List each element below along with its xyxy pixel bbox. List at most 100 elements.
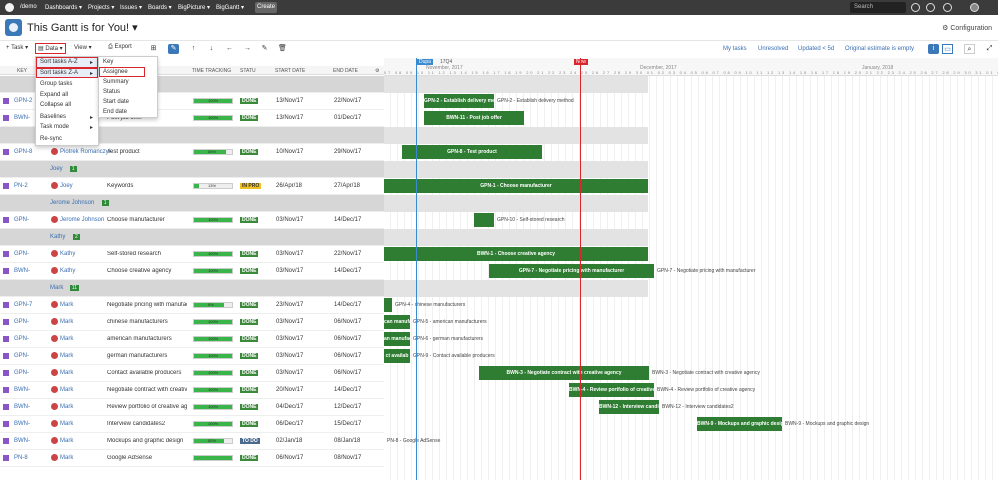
task-row[interactable]: GPN- Mark american manufacturers 03/Nov/17 0… [0,331,384,348]
nav-projects[interactable]: Projects ▾ [88,4,114,11]
gantt-bar[interactable]: BWN-9 - Mockups and graphic design [697,417,782,431]
issue-key-link[interactable]: GPN- [14,370,29,376]
assignee-name[interactable]: Mark [60,455,73,461]
issue-key-link[interactable]: BWN- [14,115,30,121]
gantt-bar[interactable]: BWN-4 - Review portfolio of creative [569,383,654,397]
menu-collapse-all[interactable]: Collapse all [40,102,71,108]
gantt-bar[interactable]: can manufa [384,315,410,329]
indent-icon[interactable]: → [242,44,253,54]
menu-group-tasks[interactable]: Group tasks [40,81,72,87]
task-row[interactable]: BWN- Mark Interview candidates2 06/Dec/17 15… [0,416,384,433]
sort-by-start-date[interactable]: Start date [103,99,129,105]
issue-key-link[interactable]: GPN-8 [14,149,32,155]
assignee-name[interactable]: Mark [60,302,73,308]
move-down-icon[interactable]: ↓ [206,44,217,54]
task-row[interactable]: BWN- Mark Mockups and graphic design 02/Jan… [0,433,384,450]
col-status[interactable]: STATU [240,68,256,74]
group-name[interactable]: Kathy [50,234,65,240]
filter-my-tasks[interactable]: My tasks [723,46,747,52]
col-key[interactable]: KEY [17,68,27,74]
issue-key-link[interactable]: BWN- [14,438,30,444]
fullscreen-icon[interactable]: ⤢ [984,44,995,54]
gantt-bar[interactable]: GPN-7 - Negotiate pricing with manufactu… [489,264,654,278]
assignee-name[interactable]: Kathy [60,268,75,274]
assignee-name[interactable]: Mark [60,370,73,376]
filter-original-estimate[interactable]: Original estimate is empty [845,46,914,52]
assignee-name[interactable]: Kathy [60,251,75,257]
gantt-bar[interactable] [384,298,392,312]
app-logo-icon[interactable] [5,3,14,12]
task-row[interactable]: GPN- Mark german manufacturers 03/Nov/17 06/… [0,348,384,365]
nav-issues[interactable]: Issues ▾ [120,4,142,11]
delete-icon[interactable]: 🗑 [277,44,288,54]
nav-boards[interactable]: Boards ▾ [148,4,172,11]
notifications-icon[interactable] [911,3,920,12]
task-row[interactable]: BWN- Kathy Choose creative agency 03/Nov/17… [0,263,384,280]
group-name[interactable]: Joey [50,166,63,172]
task-row[interactable]: GPN- Mark chinese manufacturers 03/Nov/17 06… [0,314,384,331]
gantt-bar[interactable] [474,213,494,227]
col-time-tracking[interactable]: TIME TRACKING [192,68,231,74]
menu-re-sync[interactable]: Re-sync [40,136,62,142]
configuration-link[interactable]: ⚙ Configuration [942,24,992,32]
view-menu-button[interactable]: View ▾ [74,44,92,51]
menu-task-mode[interactable]: Task mode [40,124,69,130]
sort-by-summary[interactable]: Summary [103,79,129,85]
export-button[interactable]: ⎙ Export [108,44,132,51]
search-icon[interactable]: ⌕ [964,44,975,54]
layout-icon[interactable]: ⊞ [148,44,159,54]
assignee-name[interactable]: Mark [60,387,73,393]
assignee-name[interactable]: Jerome Johnson [60,217,104,223]
gantt-bar[interactable]: ct availab [384,349,410,363]
nav-biggantt[interactable]: BigGantt ▾ [216,4,244,11]
assignee-name[interactable]: Mark [60,353,73,359]
issue-key-link[interactable]: BWN- [14,404,30,410]
gantt-bar[interactable]: an manufac [384,332,410,346]
issue-key-link[interactable]: GPN-2 [14,98,32,104]
group-name[interactable]: Jerome Johnson [50,200,94,206]
issue-key-link[interactable]: GPN- [14,319,29,325]
col-start-date[interactable]: START DATE [275,68,305,74]
move-up-icon[interactable]: ↑ [188,44,199,54]
col-end-date[interactable]: END DATE [333,68,358,74]
user-avatar-icon[interactable] [970,3,979,12]
gantt-bar[interactable]: BWN-11 - Post job offer [424,111,524,125]
menu-sort-z-a[interactable]: Sort tasks Z-A [40,70,78,76]
issue-key-link[interactable]: GPN- [14,251,29,257]
group-name[interactable]: Mark [50,285,63,291]
settings-gear-icon[interactable] [943,3,952,12]
menu-sort-a-z[interactable]: Sort tasks A-Z [40,59,78,65]
task-row[interactable]: GPN-8 Piotrek Romanczyk Test product 10/Nov… [0,144,384,161]
help-icon[interactable] [926,3,935,12]
gantt-bar[interactable]: GPN-8 - Test product [402,145,542,159]
sort-by-end-date[interactable]: End date [103,109,127,115]
task-row[interactable]: BWN- Mark Negotiate contract with creative… [0,382,384,399]
issue-key-link[interactable]: GPN-7 [14,302,32,308]
group-row[interactable]: Kathy 2 [0,229,384,246]
gantt-bar[interactable]: BWN-1 - Choose creative agency [384,247,648,261]
task-row[interactable]: PN-8 Mark Google AdSense 06/Nov/17 08/Nov/17… [0,450,384,467]
task-menu-button[interactable]: + Task ▾ [6,44,28,51]
assignee-name[interactable]: Joey [60,183,73,189]
home-link[interactable]: /demo [20,4,37,10]
gantt-bar[interactable]: BWN-12 - Interview candid [599,400,659,414]
task-row[interactable]: GPN- Jerome Johnson Choose manufacturer 03/… [0,212,384,229]
issue-key-link[interactable]: BWN- [14,421,30,427]
task-row[interactable]: PN-2 Joey Keywords 26/Apr/18 27/Apr/18 13% IN … [0,178,384,195]
issue-key-link[interactable]: PN-2 [14,183,28,189]
outdent-icon[interactable]: ← [224,44,235,54]
assignee-name[interactable]: Piotrek Romanczyk [60,149,112,155]
page-title[interactable]: This Gantt is for You! ▾ [27,21,138,34]
assignee-name[interactable]: Mark [60,319,73,325]
data-menu-button[interactable]: ▤ Data ▾ [35,43,66,54]
task-row[interactable]: GPN- Kathy Self-stored research 03/Nov/17 22… [0,246,384,263]
search-input[interactable]: Search [850,2,906,13]
assignee-name[interactable]: Mark [60,438,73,444]
issue-key-link[interactable]: GPN- [14,353,29,359]
issue-key-link[interactable]: BWN- [14,268,30,274]
task-row[interactable]: GPN-7 Mark Negotiate pricing with manufact… [0,297,384,314]
panel-icon[interactable]: ▭ [942,44,953,54]
info-icon[interactable]: i [928,44,939,54]
group-row[interactable]: Joey 1 [0,161,384,178]
issue-key-link[interactable]: GPN- [14,217,29,223]
